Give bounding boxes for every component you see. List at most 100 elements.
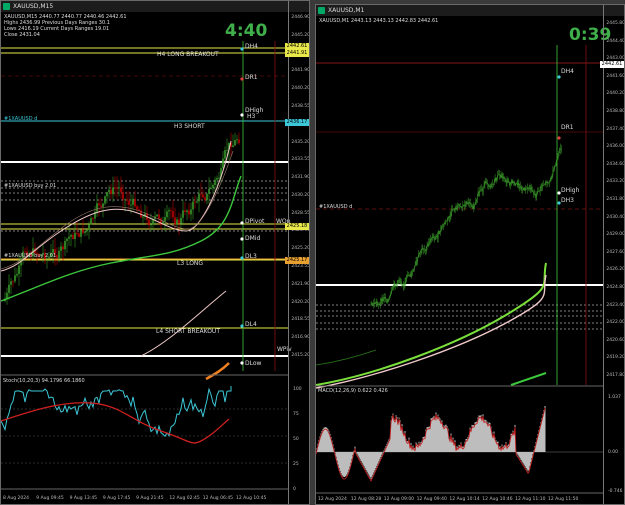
right-chart-window[interactable]: XAUUSD,M1 XAUUSD,M1 2443.13 2443.13 2442…	[315, 4, 625, 505]
r-candle-body	[446, 220, 447, 222]
r-candle-body	[513, 182, 515, 184]
r-candle-body	[463, 204, 464, 207]
r-candle-body	[372, 302, 374, 304]
left-time-tick: 9 Aug 17:45	[102, 496, 131, 501]
right-price-axis[interactable]: 2445.80 2444.40 2443.00 2441.60 2440.20 2438.…	[603, 5, 625, 504]
candle-body	[84, 231, 86, 233]
r-candle-body	[516, 182, 518, 185]
candle-body	[70, 234, 72, 237]
r-candle-body	[485, 181, 487, 182]
candle-body	[190, 209, 192, 215]
stoch-tick: 25	[293, 462, 299, 467]
candle-body	[90, 218, 92, 225]
candle-body	[10, 281, 12, 285]
r-candle-body	[422, 248, 424, 250]
r-candle-body	[490, 186, 492, 188]
r-candle-body	[504, 178, 506, 181]
r-candle-body	[465, 204, 466, 207]
r-candle-body	[452, 209, 453, 211]
r-candle-body	[486, 181, 487, 184]
r-candle-body	[442, 226, 443, 228]
r-candle-body	[514, 182, 515, 186]
left-price-tick: 2425.20	[291, 246, 310, 252]
left-price-tick: 2431.90	[291, 175, 310, 181]
r-candle-body	[396, 284, 397, 285]
left-price-tick: 2416.90	[291, 335, 310, 341]
order-label-2: #1XAUUSD buy 2.01	[4, 183, 57, 189]
left-info-line-4: Close 2431.04	[4, 32, 40, 38]
r-candle-body	[553, 168, 555, 171]
r-candle-body	[425, 247, 427, 252]
r-candle-body	[464, 204, 465, 207]
r-candle-body	[381, 299, 383, 301]
candle-body	[78, 233, 80, 237]
r-candle-body	[527, 187, 528, 190]
left-price-tick: 2421.90	[291, 281, 310, 287]
r-candle-body	[524, 187, 526, 191]
candle-body	[174, 217, 176, 225]
r-candle-body	[388, 298, 390, 301]
r-candle-body	[438, 231, 440, 235]
r-candle-body	[499, 174, 500, 176]
candle-body	[86, 229, 88, 232]
r-candle-body	[407, 274, 408, 276]
r-candle-body	[460, 206, 462, 208]
r-candle-body	[403, 283, 405, 286]
r-candle-body	[371, 303, 373, 306]
r-candle-body	[374, 302, 375, 304]
r-candle-body	[551, 174, 553, 180]
right-time-tick: 12 Aug 10:14	[449, 497, 480, 502]
left-price-axis[interactable]: 2446.902445.202443.552441.902440.202438.…	[288, 1, 310, 504]
r-candle-body	[443, 223, 445, 225]
right-price-tag: 2442.61	[600, 61, 624, 68]
candle-body	[236, 139, 238, 141]
r-candle-body	[439, 231, 441, 233]
r-candle-body	[539, 187, 541, 191]
right-time-tick: 12 Aug 2024	[318, 497, 347, 502]
right-price-tick: 2419.20	[606, 355, 625, 361]
r-candle-body	[534, 194, 536, 195]
r-candle-body	[414, 266, 415, 270]
r-candle-body	[458, 204, 459, 206]
left-candle-timer: 4:40	[225, 21, 268, 41]
candle-body	[150, 224, 152, 226]
label-dh4: DH4	[245, 43, 258, 50]
candle-body	[182, 210, 184, 218]
r-candle-body	[472, 206, 474, 209]
left-chart-window[interactable]: XAUUSD,M15 XAUUSD,M15 2440.77 2440.77 24…	[0, 0, 310, 505]
ma-slow-pink	[140, 290, 227, 357]
r-candle-body	[538, 190, 540, 192]
r-candle-body	[512, 180, 514, 184]
r-candle-body	[449, 216, 451, 218]
r-candle-body	[543, 185, 544, 186]
candle-body	[132, 198, 134, 205]
r-level-dot-1	[557, 136, 561, 140]
candle-body	[136, 206, 138, 210]
r-candle-body	[520, 186, 521, 189]
r-candle-body	[418, 254, 419, 258]
candle-body	[168, 210, 170, 212]
r-candle-body	[420, 249, 422, 253]
r-candle-body	[547, 182, 549, 184]
r-candle-body	[560, 148, 561, 150]
r-candle-body	[429, 241, 430, 243]
candle-body	[164, 217, 166, 222]
candle-body	[170, 210, 172, 211]
label-dmid: DMid	[245, 235, 261, 242]
level-dot-4	[240, 237, 244, 241]
right-price-canvas[interactable]	[316, 5, 625, 505]
right-time-tick: 12 Aug 09:00	[383, 497, 415, 502]
candle-body	[214, 179, 216, 185]
r-candle-body	[395, 284, 396, 286]
r-candle-body	[556, 159, 558, 164]
r-candle-body	[518, 183, 520, 186]
r-candle-body	[379, 303, 380, 306]
label-dr1: DR1	[245, 74, 258, 81]
stoch-tick: 0	[293, 487, 296, 492]
r-candle-body	[554, 166, 555, 169]
r-candle-body	[423, 249, 425, 250]
candle-body	[112, 187, 114, 195]
r-candle-body	[502, 175, 504, 179]
r-candle-body	[503, 176, 504, 179]
left-price-tick: 2433.55	[291, 157, 310, 163]
